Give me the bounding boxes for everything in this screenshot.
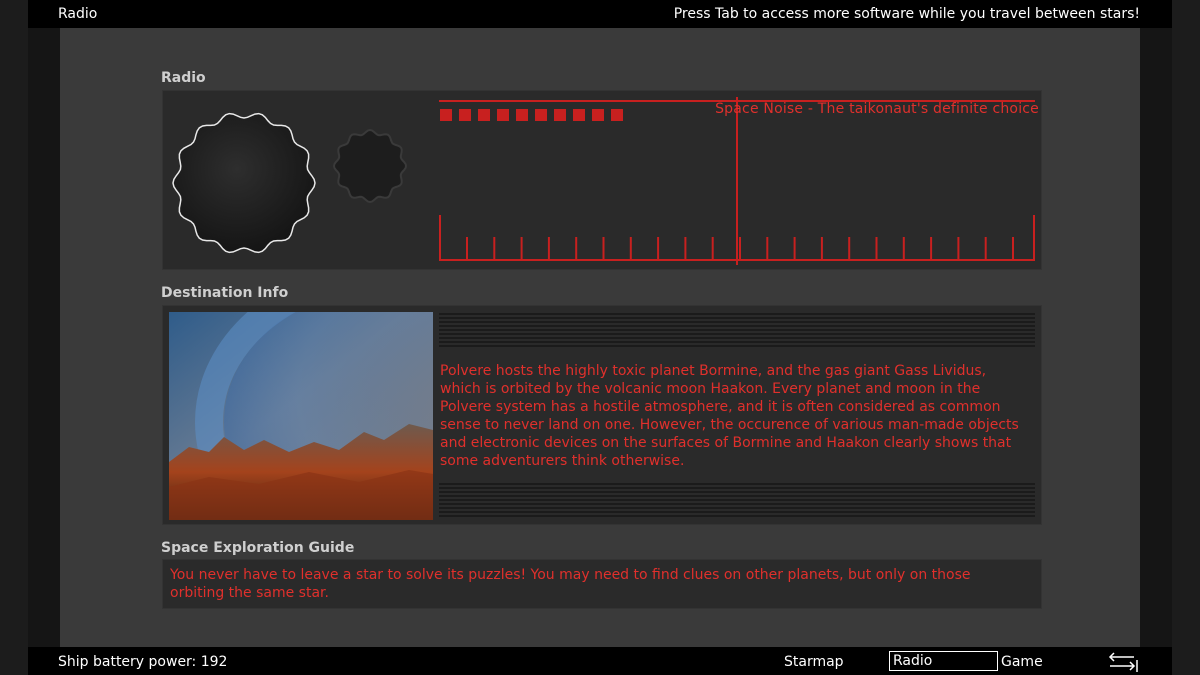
tuner-ticks [466,237,1014,260]
left-frame [0,0,28,675]
battery-label: Ship battery power: [58,654,197,670]
signal-bar [440,109,452,121]
right-frame [1172,0,1200,675]
station-name: Space Noise - The taikonaut's definite c… [715,101,1039,117]
destination-description: Polvere hosts the highly toxic planet Bo… [440,363,1019,469]
signal-bar [611,109,623,121]
destination-section-title: Destination Info [161,285,289,301]
nav-game[interactable]: Game [1001,654,1043,670]
main-content: Radio Space Noise - The taikonaut's defi… [60,28,1140,647]
signal-bar [478,109,490,121]
tuning-knob[interactable] [332,128,408,204]
radio-knobs [172,112,408,254]
decor-lines-top [439,313,1035,347]
radio-panel: Space Noise - The taikonaut's definite c… [162,90,1042,270]
guide-panel: You never have to leave a star to solve … [162,559,1042,609]
nav-radio[interactable]: Radio [889,651,998,671]
destination-panel: Polvere hosts the highly toxic planet Bo… [162,305,1042,525]
radio-section-title: Radio [161,70,206,86]
signal-bar [592,109,604,121]
signal-bar [459,109,471,121]
decor-lines-bottom [439,483,1035,517]
signal-bar [554,109,566,121]
battery-value: 192 [200,654,228,670]
signal-bar [497,109,509,121]
switch-arrows-icon[interactable] [1106,652,1140,672]
planet-image [169,312,433,520]
signal-level-bars [440,109,623,121]
nav-starmap[interactable]: Starmap [784,654,844,670]
window-title: Radio [58,6,98,22]
guide-section-title: Space Exploration Guide [161,540,355,556]
signal-bar [573,109,585,121]
volume-knob[interactable] [172,112,316,254]
battery-status: Ship battery power: 192 [58,654,227,670]
tuner-display[interactable] [439,97,1035,265]
signal-bar [516,109,528,121]
tab-hint: Press Tab to access more software while … [673,6,1140,22]
guide-text: You never have to leave a star to solve … [170,567,971,601]
signal-bar [535,109,547,121]
